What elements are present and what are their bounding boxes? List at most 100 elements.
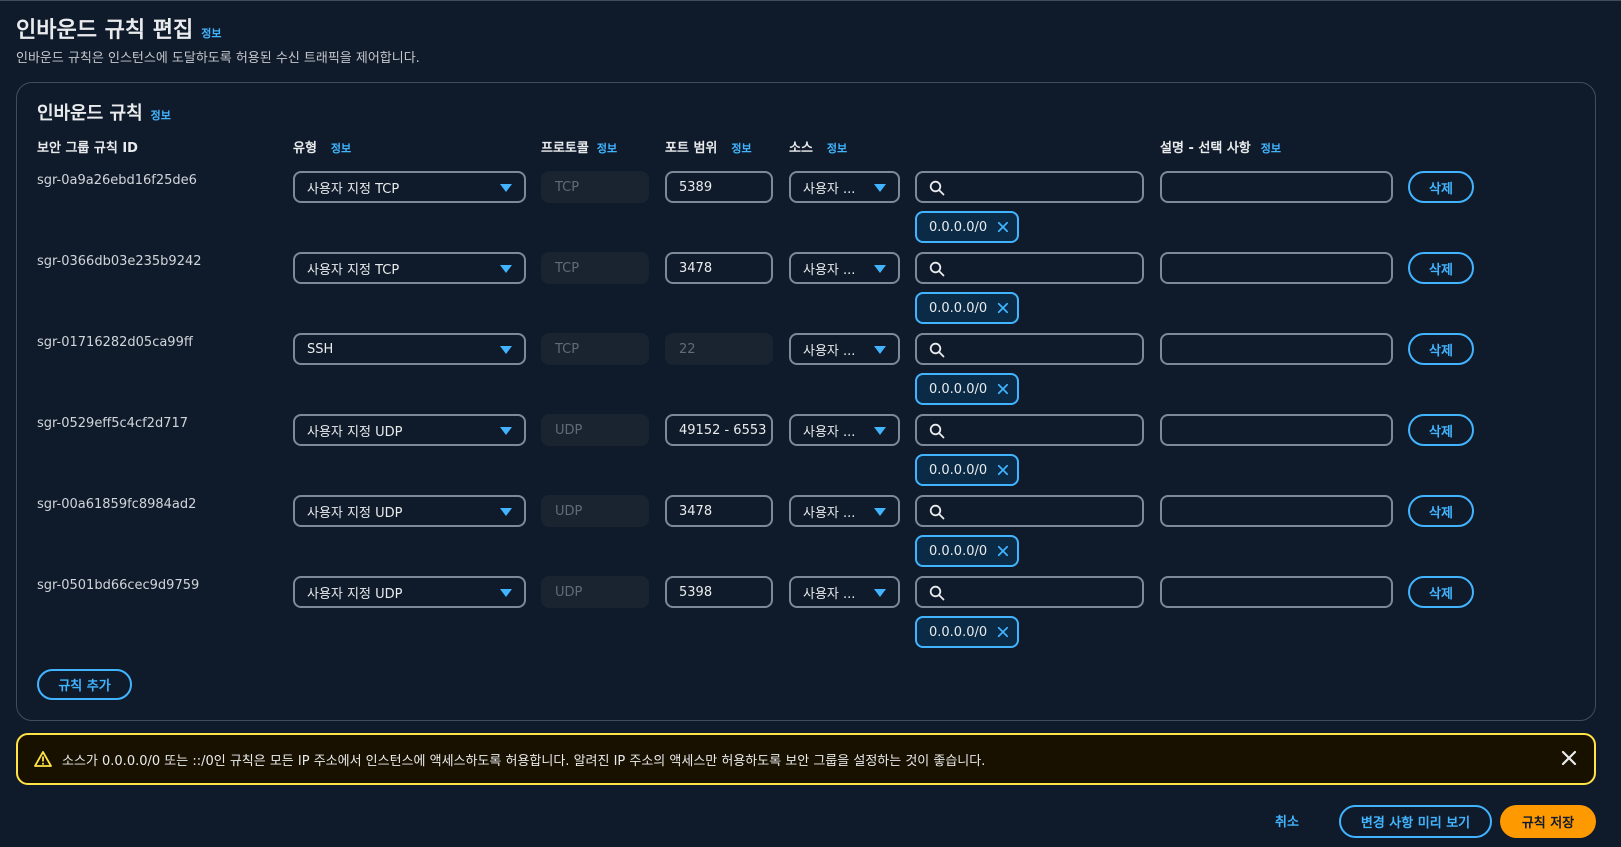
delete-rule-button[interactable]: 삭제 — [1408, 333, 1474, 365]
port-range-input[interactable]: 3478 — [665, 495, 773, 527]
cidr-token: 0.0.0.0/0 — [915, 616, 1019, 648]
column-header-rule-id: 보안 그룹 규칙 ID — [37, 137, 138, 156]
warning-alert: 소스가 0.0.0.0/0 또는 ::/0인 규칙은 모든 IP 주소에서 인스… — [16, 733, 1596, 785]
source-search-input[interactable] — [915, 576, 1144, 608]
source-select[interactable]: 사용자 ... — [789, 333, 900, 365]
column-label: 소스 — [789, 141, 813, 156]
remove-token-icon[interactable] — [997, 220, 1009, 234]
type-select[interactable]: 사용자 지정 UDP — [293, 576, 526, 608]
source-info-link[interactable]: 정보 — [827, 140, 847, 156]
type-value: SSH — [307, 341, 334, 357]
type-select[interactable]: 사용자 지정 UDP — [293, 414, 526, 446]
port-range-input[interactable]: 5398 — [665, 576, 773, 608]
source-select[interactable]: 사용자 ... — [789, 252, 900, 284]
cidr-value: 0.0.0.0/0 — [929, 543, 988, 559]
protocol-field: UDP — [541, 576, 649, 608]
caret-down-icon — [500, 508, 512, 516]
port-info-link[interactable]: 정보 — [731, 140, 751, 156]
search-icon — [929, 585, 945, 601]
description-input[interactable] — [1160, 171, 1393, 203]
delete-rule-button[interactable]: 삭제 — [1408, 576, 1474, 608]
port-range-input[interactable]: 49152 - 6553 — [665, 414, 773, 446]
column-header-protocol: 프로토콜 정보 — [541, 137, 617, 156]
rule-row: sgr-00a61859fc8984ad2 사용자 지정 UDP UDP 3478 사용… — [17, 495, 1597, 573]
protocol-field: UDP — [541, 495, 649, 527]
column-header-description: 설명 - 선택 사항 정보 — [1160, 137, 1281, 156]
close-icon[interactable] — [1560, 749, 1578, 767]
description-input[interactable] — [1160, 414, 1393, 446]
rule-row: sgr-0a9a26ebd16f25de6 사용자 지정 TCP TCP 5389 사용… — [17, 171, 1597, 249]
remove-token-icon[interactable] — [997, 625, 1009, 639]
cidr-token: 0.0.0.0/0 — [915, 292, 1019, 324]
delete-rule-button[interactable]: 삭제 — [1408, 414, 1474, 446]
protocol-info-link[interactable]: 정보 — [597, 140, 617, 156]
source-search-input[interactable] — [915, 333, 1144, 365]
cidr-value: 0.0.0.0/0 — [929, 462, 988, 478]
page-description: 인바운드 규칙은 인스턴스에 도달하도록 허용된 수신 트래픽을 제어합니다. — [16, 51, 420, 66]
rule-row: sgr-01716282d05ca99ff SSH TCP 22 사용자 ... 0.0.… — [17, 333, 1597, 411]
type-info-link[interactable]: 정보 — [331, 140, 351, 156]
type-value: 사용자 지정 UDP — [307, 505, 403, 521]
type-select[interactable]: 사용자 지정 TCP — [293, 252, 526, 284]
column-label: 포트 범위 — [665, 141, 718, 156]
save-rules-button[interactable]: 규칙 저장 — [1500, 805, 1596, 838]
cidr-token: 0.0.0.0/0 — [915, 211, 1019, 243]
caret-down-icon — [500, 589, 512, 597]
rule-id: sgr-0a9a26ebd16f25de6 — [37, 173, 197, 188]
description-input[interactable] — [1160, 495, 1393, 527]
search-icon — [929, 504, 945, 520]
alert-message: 소스가 0.0.0.0/0 또는 ::/0인 규칙은 모든 IP 주소에서 인스… — [62, 753, 986, 769]
type-select[interactable]: 사용자 지정 TCP — [293, 171, 526, 203]
cidr-token: 0.0.0.0/0 — [915, 454, 1019, 486]
caret-down-icon — [874, 589, 886, 597]
description-input[interactable] — [1160, 576, 1393, 608]
column-label: 설명 - 선택 사항 — [1160, 141, 1251, 156]
source-value: 사용자 ... — [803, 424, 856, 440]
type-select[interactable]: 사용자 지정 UDP — [293, 495, 526, 527]
port-range-input[interactable]: 3478 — [665, 252, 773, 284]
preview-changes-button[interactable]: 변경 사항 미리 보기 — [1339, 805, 1492, 838]
rule-row: sgr-0501bd66cec9d9759 사용자 지정 UDP UDP 5398 사용… — [17, 576, 1597, 654]
panel-title: 인바운드 규칙 — [37, 103, 143, 124]
cidr-value: 0.0.0.0/0 — [929, 381, 988, 397]
source-value: 사용자 ... — [803, 343, 856, 359]
description-info-link[interactable]: 정보 — [1261, 140, 1281, 156]
description-input[interactable] — [1160, 252, 1393, 284]
cidr-value: 0.0.0.0/0 — [929, 624, 988, 640]
source-search-input[interactable] — [915, 252, 1144, 284]
column-label: 유형 — [293, 141, 317, 156]
panel-header: 인바운드 규칙 정보 — [37, 99, 171, 125]
page-header: 인바운드 규칙 편집 정보 — [16, 12, 222, 44]
description-input[interactable] — [1160, 333, 1393, 365]
delete-rule-button[interactable]: 삭제 — [1408, 495, 1474, 527]
remove-token-icon[interactable] — [997, 301, 1009, 315]
rule-id: sgr-0501bd66cec9d9759 — [37, 578, 200, 593]
remove-token-icon[interactable] — [997, 382, 1009, 396]
port-range-input[interactable]: 5389 — [665, 171, 773, 203]
source-search-input[interactable] — [915, 495, 1144, 527]
delete-rule-button[interactable]: 삭제 — [1408, 252, 1474, 284]
source-search-input[interactable] — [915, 414, 1144, 446]
caret-down-icon — [500, 184, 512, 192]
panel-info-link[interactable]: 정보 — [151, 107, 171, 123]
search-icon — [929, 342, 945, 358]
rule-id: sgr-0529eff5c4cf2d717 — [37, 416, 189, 431]
add-rule-button[interactable]: 규칙 추가 — [37, 669, 132, 700]
source-select[interactable]: 사용자 ... — [789, 495, 900, 527]
caret-down-icon — [874, 265, 886, 273]
cancel-button[interactable]: 취소 — [1275, 811, 1299, 830]
source-search-input[interactable] — [915, 171, 1144, 203]
source-select[interactable]: 사용자 ... — [789, 576, 900, 608]
source-select[interactable]: 사용자 ... — [789, 414, 900, 446]
type-select[interactable]: SSH — [293, 333, 526, 365]
delete-rule-button[interactable]: 삭제 — [1408, 171, 1474, 203]
source-value: 사용자 ... — [803, 505, 856, 521]
page-info-link[interactable]: 정보 — [201, 25, 221, 41]
column-header-source: 소스 정보 — [789, 137, 847, 156]
protocol-field: TCP — [541, 171, 649, 203]
remove-token-icon[interactable] — [997, 463, 1009, 477]
caret-down-icon — [500, 427, 512, 435]
source-select[interactable]: 사용자 ... — [789, 171, 900, 203]
port-range-field: 22 — [665, 333, 773, 365]
remove-token-icon[interactable] — [997, 544, 1009, 558]
